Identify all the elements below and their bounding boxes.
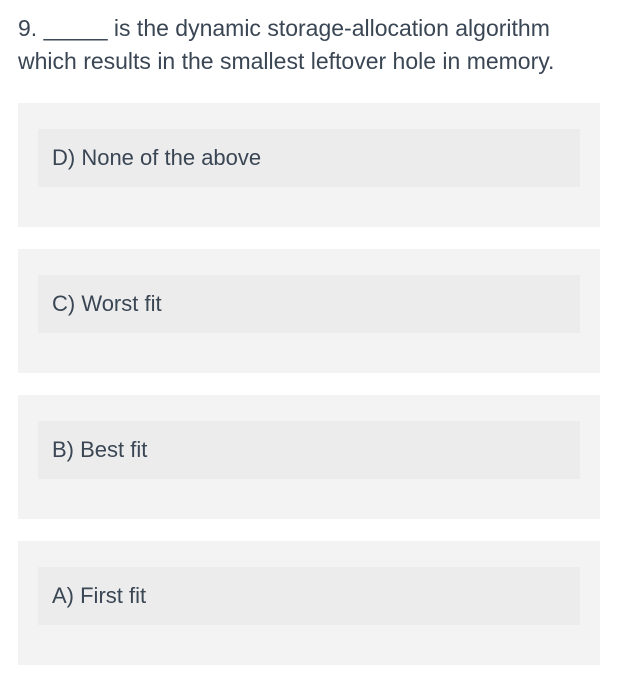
option-label: A) First fit — [38, 567, 580, 625]
question-text: 9. _____ is the dynamic storage-allocati… — [18, 12, 600, 79]
question-number: 9. — [18, 15, 37, 41]
option-label: C) Worst fit — [38, 275, 580, 333]
question-body: _____ is the dynamic storage-allocation … — [18, 15, 554, 74]
option-d[interactable]: D) None of the above — [18, 103, 600, 227]
option-label: B) Best fit — [38, 421, 580, 479]
option-b[interactable]: B) Best fit — [18, 395, 600, 519]
option-label: D) None of the above — [38, 129, 580, 187]
option-c[interactable]: C) Worst fit — [18, 249, 600, 373]
option-a[interactable]: A) First fit — [18, 541, 600, 665]
options-list: D) None of the above C) Worst fit B) Bes… — [18, 103, 600, 665]
